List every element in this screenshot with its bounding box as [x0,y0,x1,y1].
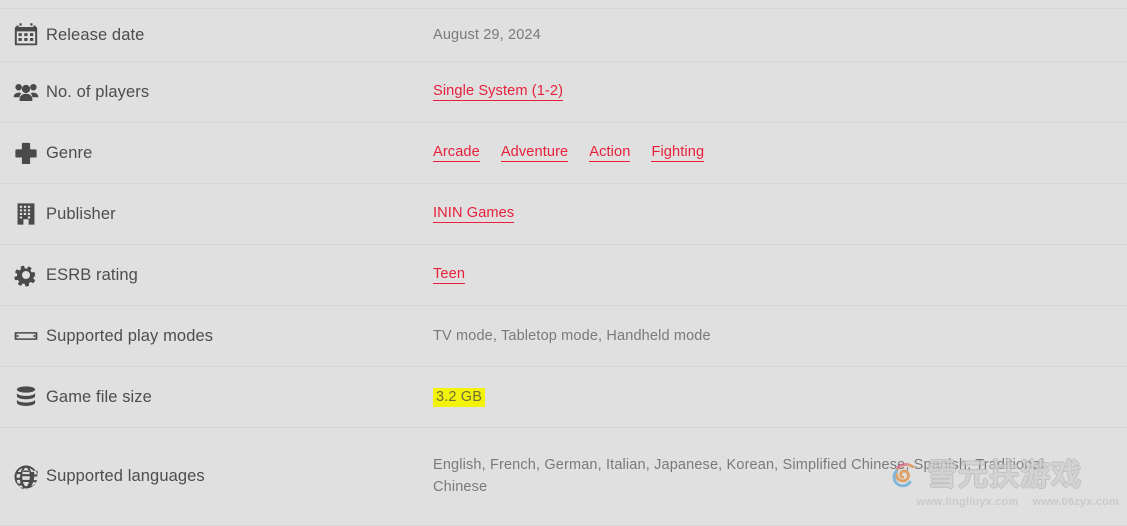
file-size-highlight: 3.2 GB [433,387,486,407]
spec-value-publisher: ININ Games [433,205,1127,223]
spec-row-esrb-rating: ESRB rating Teen [0,244,1127,305]
building-icon [0,201,46,227]
top-spacer [0,0,1127,8]
spec-label-no-of-players: No. of players [46,82,150,101]
release-date-text: August 29, 2024 [433,27,541,43]
gear-icon [0,262,46,288]
database-icon [0,384,46,410]
spec-value-supported-languages: English, French, German, Italian, Japane… [433,455,1127,497]
spec-value-no-of-players: Single System (1-2) [433,83,1127,101]
spec-value-game-file-size: 3.2 GB [433,387,1127,407]
players-icon [0,79,46,105]
supported-languages-text: English, French, German, Italian, Japane… [433,457,1045,495]
link-single-system[interactable]: Single System (1-2) [433,83,564,101]
spec-label-game-file-size: Game file size [46,387,152,406]
spec-row-no-of-players: No. of players Single System (1-2) [0,61,1127,122]
genre-link-0[interactable]: Arcade [433,144,480,162]
handheld-console-icon [0,323,46,349]
spec-value-genre: Arcade Adventure Action Fighting [433,144,1127,162]
spec-row-release-date: Release date August 29, 2024 [0,8,1127,61]
link-esrb-teen[interactable]: Teen [433,266,466,284]
spec-label-release-date: Release date [46,25,145,44]
spec-label-supported-play-modes: Supported play modes [46,326,214,345]
spec-value-esrb-rating: Teen [433,266,1127,284]
spec-label-supported-languages: Supported languages [46,467,205,485]
play-modes-text: TV mode, Tabletop mode, Handheld mode [433,328,711,344]
spec-row-supported-play-modes: Supported play modes TV mode, Tabletop m… [0,305,1127,366]
calendar-icon [0,22,46,48]
genre-link-2[interactable]: Action [589,144,631,162]
spec-row-game-file-size: Game file size 3.2 GB [0,366,1127,427]
spec-row-genre: Genre Arcade Adventure Action Fighting [0,122,1127,183]
spec-value-release-date: August 29, 2024 [433,27,1127,43]
spec-row-publisher: Publisher ININ Games [0,183,1127,244]
spec-value-supported-play-modes: TV mode, Tabletop mode, Handheld mode [433,328,1127,344]
link-publisher[interactable]: ININ Games [433,205,515,223]
globe-icon [0,464,46,490]
spec-label-esrb-rating: ESRB rating [46,265,138,284]
dpad-icon [0,140,46,166]
genre-link-3[interactable]: Fighting [651,144,705,162]
game-spec-table: Release date August 29, 2024 No. of play… [0,8,1127,526]
spec-label-publisher: Publisher [46,204,116,223]
spec-label-genre: Genre [46,143,93,162]
genre-link-list: Arcade Adventure Action Fighting [433,144,705,162]
genre-link-1[interactable]: Adventure [500,144,569,162]
spec-row-supported-languages: Supported languages English, French, Ger… [0,427,1127,526]
